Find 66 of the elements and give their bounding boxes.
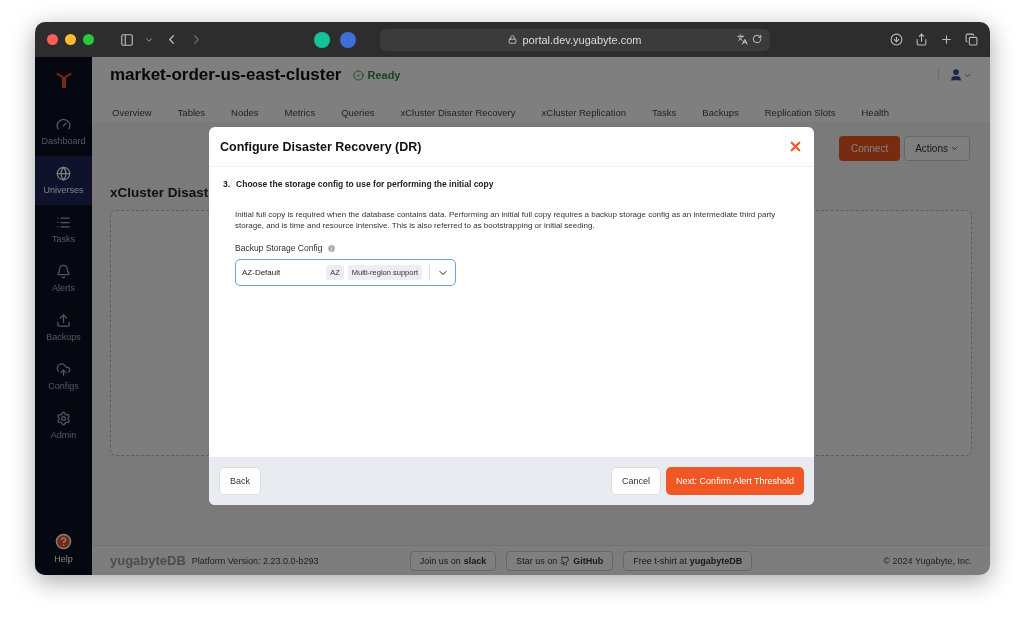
step-number: 3. [223,179,231,189]
sidebar-icon [56,166,71,181]
tab[interactable]: xCluster Disaster Recovery [398,103,516,122]
sidebar-icon [56,362,71,377]
universe-title: market-order-us-east-cluster [110,65,342,85]
field-label: Backup Storage Config [235,243,323,253]
help-item[interactable]: Help [35,521,92,575]
tab[interactable]: xCluster Replication [539,103,626,122]
url-text: portal.dev.yugabyte.com [522,33,642,46]
cancel-button[interactable]: Cancel [611,467,662,495]
tab[interactable]: Nodes [229,103,259,122]
tab[interactable]: Tasks [650,103,677,122]
extension-icon[interactable] [340,31,356,48]
extension-icon[interactable] [314,31,330,48]
tab[interactable]: Backups [700,103,739,122]
close-icon[interactable] [788,139,803,154]
footer-link[interactable]: Join us on slack [409,550,497,571]
share-icon[interactable] [915,33,928,46]
step-title: Choose the storage config to use for performing the initial copy [236,179,494,189]
sidebar-item[interactable]: Tasks [35,205,92,254]
check-icon [353,69,365,81]
connect-button[interactable]: Connect [838,136,901,161]
sidebar-icon [56,117,71,132]
next-button[interactable]: Next: Confirm Alert Threshold [666,467,804,495]
sidebar-item[interactable]: Dashboard [35,107,92,156]
help-icon [55,532,72,550]
actions-button[interactable]: Actions [904,136,970,161]
tabs-overview-icon[interactable] [965,33,978,46]
reload-icon[interactable] [752,34,762,44]
copyright-text: © 2024 Yugabyte, Inc. [883,555,972,566]
tab[interactable]: Metrics [282,103,316,122]
sidebar-icon [56,215,71,230]
tab[interactable]: Health [859,103,889,122]
sidebar-item[interactable]: Universes [35,156,92,205]
user-icon [949,68,963,82]
tab[interactable]: Overview [110,103,152,122]
sidebar-toggle-icon[interactable] [120,32,134,47]
footer-link[interactable]: Free t-shirt at yugabyteDB [623,550,753,571]
sidebar-icon [56,313,71,328]
new-tab-icon[interactable] [940,33,953,46]
version-text: Platform Version: 2.23.0.0-b293 [191,555,319,566]
description-text: Initial full copy is required when the database contains data. Performing an initial full copy requires a backup storage config as an intermediate third party storage, and is time and resource intensive. This is also referred to as bootstrapping or initial seeding. [235,209,777,231]
sidebar-item[interactable]: Admin [35,401,92,450]
github-icon [560,555,571,566]
lock-icon [508,35,518,44]
sidebar-icon [56,411,71,426]
section-title: xCluster Disast [110,185,209,200]
back-button[interactable]: Back [219,467,261,495]
status-label: Ready [353,69,401,81]
sidebar-item[interactable]: Backups [35,303,92,352]
tab[interactable]: Tables [175,103,206,122]
download-icon[interactable] [890,33,903,46]
sidebar-item[interactable]: Configs [35,352,92,401]
tab[interactable]: Replication Slots [762,103,836,122]
maximize-window-icon[interactable] [83,34,94,45]
minimize-window-icon[interactable] [65,34,76,45]
caret-icon [950,144,959,153]
sidebar-item[interactable]: Alerts [35,254,92,303]
tab[interactable]: Queries [339,103,375,122]
translate-icon[interactable] [737,34,748,45]
user-menu[interactable] [938,68,972,82]
close-window-icon[interactable] [47,34,58,45]
sidebar-icon [56,264,71,279]
footer-link[interactable]: Star us on GitHub [506,550,614,571]
address-bar[interactable]: portal.dev.yugabyte.com [380,28,770,51]
modal-title: Configure Disaster Recovery (DR) [220,139,422,154]
